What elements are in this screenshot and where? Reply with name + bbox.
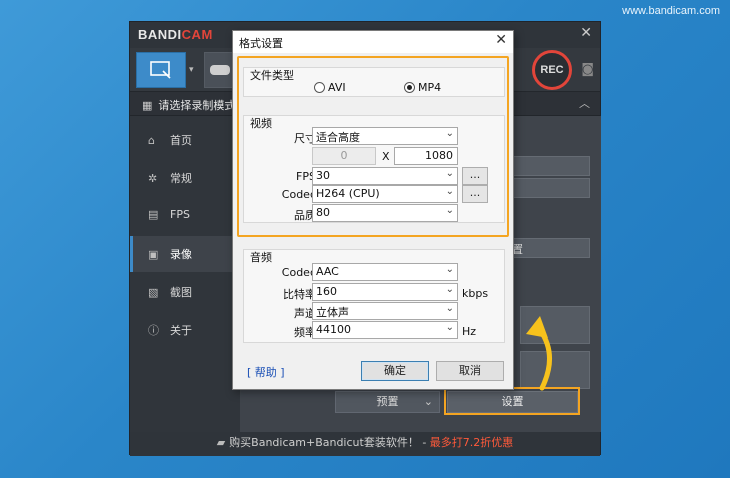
info-icon: ⓘ [148, 324, 159, 337]
chevron-down-icon: ⌄ [445, 303, 454, 314]
preset-button[interactable]: 预置 ⌄ [335, 391, 440, 413]
fps-icon: ▤ [148, 208, 159, 221]
watermark: www.bandicam.com [622, 5, 720, 17]
bandicam-logo: BANDICAM [138, 27, 213, 42]
sidebar-item-video[interactable]: ▣ 录像 [130, 236, 240, 272]
chevron-down-icon: ⌄ [423, 395, 433, 408]
chevron-down-icon: ⌄ [445, 322, 454, 333]
frequency-select[interactable]: 44100 ⌄ [312, 321, 458, 339]
frequency-unit: Hz [462, 325, 477, 338]
screen-mode-button[interactable] [136, 52, 186, 88]
grid-icon: ▦ [142, 99, 153, 112]
sidebar-item-home[interactable]: ⌂ 首页 [130, 122, 240, 158]
camera-icon[interactable]: ◙ [581, 62, 594, 77]
background-field [510, 178, 590, 198]
curved-arrow-icon [526, 316, 553, 391]
image-icon: ▧ [148, 286, 159, 299]
chevron-down-icon: ⌄ [445, 264, 454, 275]
gamepad-icon [210, 65, 230, 75]
channel-label: 声道 [294, 307, 316, 320]
close-icon[interactable]: ✕ [580, 25, 592, 41]
audio-codec-label: Codec [281, 266, 316, 279]
screen-rect-icon [150, 61, 171, 79]
gear-icon: ✲ [148, 172, 158, 185]
rec-button[interactable]: REC [532, 50, 572, 90]
bandicam-footer[interactable]: ▰ 购买Bandicam+Bandicut套装软件！ - 最多打7.2折优惠 [130, 432, 600, 456]
collapse-icon[interactable]: ︿ [579, 95, 590, 111]
sidebar-item-general[interactable]: ✲ 常规 [130, 160, 240, 196]
audio-label: 音频 [250, 251, 272, 264]
frequency-label: 频率 [294, 326, 316, 339]
bandicam-sidebar: ⌂ 首页 ✲ 常规 ▤ FPS ▣ 录像 ▧ 截图 ⓘ 关于 [130, 116, 240, 432]
sidebar-item-image[interactable]: ▧ 截图 [130, 274, 240, 310]
audio-codec-select[interactable]: AAC ⌄ [312, 263, 458, 281]
help-link[interactable]: [ 帮助 ] [247, 364, 285, 380]
screen-mode-dropdown[interactable]: ▾ [186, 52, 200, 88]
background-field [510, 156, 590, 176]
chat-icon: ▰ [216, 436, 226, 449]
video-icon: ▣ [148, 248, 159, 261]
dialog-titlebar: 格式设置 ✕ [233, 31, 513, 53]
dialog-title: 格式设置 [239, 37, 283, 50]
bitrate-unit: kbps [462, 287, 489, 300]
bitrate-select[interactable]: 160 ⌄ [312, 283, 458, 301]
channel-select[interactable]: 立体声 ⌄ [312, 302, 458, 320]
cancel-button[interactable]: 取消 [436, 361, 504, 381]
bitrate-label: 比特率 [283, 288, 316, 301]
game-mode-button[interactable] [204, 52, 234, 88]
chevron-down-icon: ⌄ [445, 284, 454, 295]
sidebar-item-fps[interactable]: ▤ FPS [130, 198, 240, 234]
audio-group: 音频 Codec AAC ⌄ 比特率 160 ⌄ kbps 声道 立体声 ⌄ 频率 4… [243, 249, 505, 343]
close-icon[interactable]: ✕ [495, 32, 507, 48]
ok-button[interactable]: 确定 [361, 361, 429, 381]
sidebar-item-about[interactable]: ⓘ 关于 [130, 312, 240, 348]
home-icon: ⌂ [148, 134, 155, 147]
chevron-down-icon: ▾ [189, 65, 194, 75]
format-highlight [237, 56, 509, 237]
